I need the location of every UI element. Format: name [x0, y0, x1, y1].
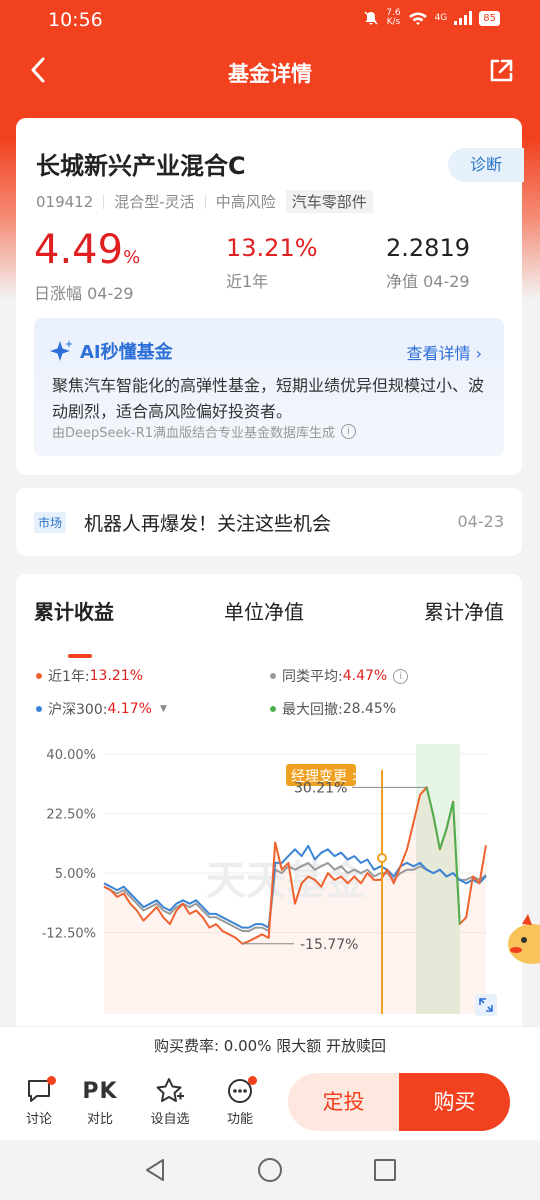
notification-dot [248, 1076, 257, 1085]
compare-label: 对比 [86, 1112, 113, 1127]
daily-change-value: 4.49 [34, 227, 124, 273]
info-icon[interactable]: i [341, 424, 357, 439]
watchlist-label: 设自选 [150, 1112, 190, 1127]
auto-invest-button[interactable]: 定投 [288, 1073, 399, 1131]
legend-dot [270, 706, 276, 712]
nav-stat: 2.2819 净值 04-29 [386, 230, 470, 292]
news-card[interactable]: 市场 机器人再爆发！关注这些机会 04-23 [16, 488, 522, 556]
fund-code: 019412 [36, 192, 94, 211]
chart-y-ticks: 40.00% 22.50% 5.00% -12.50% [42, 748, 96, 942]
buy-button[interactable]: 购买 [399, 1073, 510, 1131]
fund-tags: 019412 混合型-灵活 中高风险 汽车零部件 [36, 190, 373, 213]
news-title: 机器人再爆发！关注这些机会 [84, 513, 332, 535]
news-tag: 市场 [34, 512, 67, 533]
battery-icon: 85 [479, 10, 500, 26]
compare-button[interactable]: PK 对比 [75, 1074, 125, 1128]
info-icon[interactable]: i [393, 668, 409, 684]
star-plus-icon [156, 1078, 184, 1102]
y-tick-label: 5.00% [55, 867, 96, 882]
mascot-icon[interactable] [506, 910, 540, 970]
ai-title: AI秒懂基金 [50, 338, 173, 364]
nav-back-icon[interactable] [143, 1157, 167, 1183]
daily-change-stat: 4.49% 日涨幅 04-29 [34, 230, 140, 304]
ai-footer-text: 由DeepSeek-R1满血版结合专业基金数据库生成 [52, 426, 336, 441]
y-tick-label: -12.50% [42, 927, 96, 942]
legend-dot [270, 673, 276, 679]
discuss-label: 讨论 [25, 1112, 52, 1127]
fee-info: 购买费率: 0.00% 限大额 开放赎回 [0, 1026, 540, 1064]
tab-underline [68, 654, 92, 658]
trough-label: -15.77% [300, 937, 358, 953]
chart-tabs: 累计收益 单位净值 累计净值 [16, 596, 522, 658]
news-date: 04-23 [457, 512, 505, 531]
peak-label: 30.21% [294, 780, 347, 796]
tag-divider [103, 194, 105, 209]
ai-details-link[interactable]: 查看详情 › [406, 340, 482, 364]
y-tick-label: 22.50% [46, 808, 96, 823]
nav-bar: 基金详情 [0, 46, 540, 98]
system-nav-bar [0, 1140, 540, 1200]
tab-cumulative-nav[interactable]: 累计净值 [424, 596, 504, 625]
watchlist-button[interactable]: 设自选 [145, 1074, 195, 1127]
fund-sector-tag[interactable]: 汽车零部件 [285, 190, 373, 213]
legend-fund: 近1年: 13.21% [36, 666, 143, 686]
year-return-value: 13.21% [226, 234, 318, 262]
dropdown-arrow-icon: ▼ [159, 704, 167, 714]
expand-icon [475, 994, 497, 1016]
legend-peer: 同类平均: 4.47% i [270, 666, 409, 686]
status-bar: 10:56 7.6 K/s 4G 85 [0, 0, 540, 40]
fund-type: 混合型-灵活 [114, 193, 195, 211]
sparkle-icon [50, 340, 73, 361]
daily-change-label: 日涨幅 04-29 [34, 284, 134, 303]
fund-risk: 中高风险 [215, 193, 276, 211]
nav-label: 净值 04-29 [386, 272, 470, 291]
legend-dot [36, 706, 42, 712]
fund-summary-card: 长城新兴产业混合C 诊断 019412 混合型-灵活 中高风险 汽车零部件 4.… [16, 118, 524, 475]
notification-dot [47, 1076, 56, 1085]
ai-title-text: AI秒懂基金 [80, 342, 173, 363]
nav-value: 2.2819 [386, 234, 470, 262]
ai-summary-panel[interactable]: AI秒懂基金 查看详情 › 聚焦汽车智能化的高弹性基金，短期业绩优异但规模过小、… [34, 318, 504, 456]
nav-home-icon[interactable] [257, 1157, 283, 1183]
legend-drawdown: 最大回撤: 28.45% [270, 699, 396, 719]
signal-icon [454, 11, 473, 25]
network-speed: 7.6 K/s [386, 8, 401, 27]
mute-icon [364, 11, 378, 25]
year-return-stat: 13.21% 近1年 [226, 230, 318, 292]
purchase-actions: 定投 购买 [288, 1073, 510, 1131]
tag-divider [204, 194, 206, 209]
year-return-label: 近1年 [226, 272, 269, 291]
diagnose-button[interactable]: 诊断 [448, 148, 524, 182]
legend-dot [36, 673, 42, 679]
functions-button[interactable]: 功能 [215, 1074, 265, 1127]
pk-icon: PK [82, 1078, 118, 1104]
page-title: 基金详情 [228, 62, 312, 86]
share-icon [490, 59, 513, 82]
share-button[interactable] [484, 54, 518, 88]
manager-change-point [377, 853, 387, 863]
legend-index[interactable]: 沪深300: 4.17% ▼ [36, 699, 167, 719]
tab-cumulative-return[interactable]: 累计收益 [34, 596, 114, 625]
ai-body-text: 聚焦汽车智能化的高弹性基金，短期业绩优异但规模过小、波动剧烈，适合高风险偏好投资… [52, 376, 485, 421]
functions-label: 功能 [226, 1112, 253, 1127]
fund-name: 长城新兴产业混合C [36, 152, 246, 180]
return-chart[interactable]: 40.00%22.50%5.00%-12.50% 天天基金 经理变更 > 30.… [16, 734, 522, 1024]
status-icons: 7.6 K/s 4G 85 [363, 9, 500, 27]
bottom-action-bar: 讨论 PK 对比 设自选 功能 定投 购买 [0, 1064, 540, 1140]
network-type: 4G [434, 13, 448, 23]
status-time: 10:56 [48, 9, 103, 31]
discuss-button[interactable]: 讨论 [14, 1074, 64, 1127]
performance-chart-card: 累计收益 单位净值 累计净值 近1年: 13.21% 同类平均: 4.47% i 沪深… [16, 574, 522, 1044]
chevron-right-icon: › [475, 344, 482, 363]
wifi-icon [408, 12, 427, 25]
nav-recents-icon[interactable] [373, 1158, 397, 1182]
daily-change-unit: % [123, 247, 141, 268]
y-tick-label: 40.00% [46, 748, 96, 763]
tab-unit-nav[interactable]: 单位净值 [224, 596, 304, 625]
ai-footer: 由DeepSeek-R1满血版结合专业基金数据库生成 i [52, 422, 357, 441]
